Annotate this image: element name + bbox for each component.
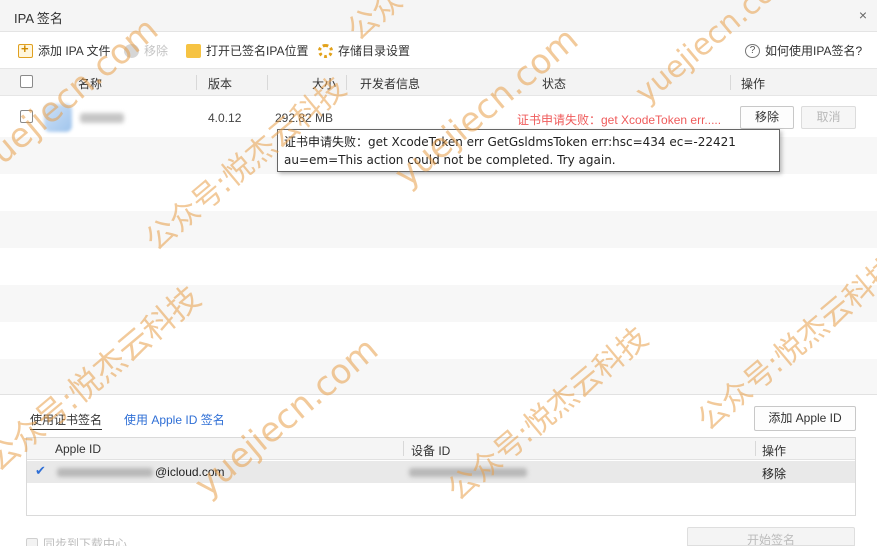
open-signed-folder-label: 打开已签名IPA位置 [206, 44, 309, 58]
sync-download-center-checkbox[interactable]: 同步到下载中心 [26, 535, 127, 546]
cancel-button[interactable]: 取消 [801, 106, 856, 129]
folder-icon [186, 43, 201, 58]
column-divider [346, 75, 347, 90]
section-divider [0, 394, 877, 395]
add-apple-id-button[interactable]: 添加 Apple ID [754, 406, 856, 431]
empty-row [0, 248, 877, 285]
open-signed-folder-button[interactable]: 打开已签名IPA位置 [186, 42, 308, 59]
column-name: 名称 [78, 77, 103, 91]
column-account-actions: 操作 [762, 444, 787, 458]
column-divider [403, 441, 404, 456]
remove-account-button[interactable]: 移除 [762, 465, 786, 482]
row-version: 4.0.12 [208, 111, 242, 125]
column-divider [196, 75, 197, 90]
help-label: 如何使用IPA签名? [765, 44, 863, 58]
add-ipa-button[interactable]: 添加 IPA 文件 [18, 41, 111, 59]
empty-row [0, 322, 877, 359]
check-icon: ✔ [35, 463, 46, 478]
app-name-redacted [80, 113, 124, 123]
window-title: IPA 签名 [14, 11, 63, 26]
empty-row [0, 174, 877, 211]
column-actions: 操作 [741, 77, 766, 91]
tab-certificate-sign[interactable]: 使用证书签名 [30, 411, 103, 430]
apple-id-table-header: Apple ID 设备 ID 操作 [27, 438, 855, 460]
app-icon [44, 104, 72, 132]
apple-id-redacted [57, 468, 153, 477]
disabled-toolbar-button[interactable]: 移除 [124, 42, 168, 59]
device-id-redacted [409, 468, 527, 477]
help-link[interactable]: ? 如何使用IPA签名? [745, 42, 862, 59]
disabled-circle-icon [124, 43, 139, 58]
row-size: 292.82 MB [275, 111, 334, 125]
column-device-id: 设备 ID [411, 444, 451, 458]
row-checkbox[interactable] [20, 110, 33, 123]
column-divider [755, 441, 756, 456]
ipa-table-header: 名称 版本 大小 开发者信息 状态 操作 [0, 68, 877, 96]
toolbar: 添加 IPA 文件 移除 打开已签名IPA位置 存储目录设置 ? 如何使用IPA… [0, 33, 877, 67]
sync-label: 同步到下载中心 [43, 537, 128, 546]
storage-settings-label: 存储目录设置 [338, 44, 411, 58]
storage-settings-button[interactable]: 存储目录设置 [318, 42, 410, 59]
column-version: 版本 [208, 77, 233, 91]
empty-row [0, 285, 877, 322]
disabled-toolbar-label: 移除 [144, 44, 169, 58]
sync-checkbox-box [26, 537, 38, 546]
column-developer: 开发者信息 [360, 77, 421, 91]
select-all-checkbox[interactable] [20, 75, 33, 88]
error-tooltip: 证书申请失败：get XcodeToken err GetGsldmsToken… [277, 129, 780, 172]
row-status[interactable]: 证书申请失败：get XcodeToken err..... [517, 111, 721, 128]
gear-icon [318, 43, 333, 58]
column-size: 大小 [312, 77, 337, 91]
window-titlebar: IPA 签名 × [0, 0, 877, 32]
remove-button[interactable]: 移除 [740, 106, 794, 129]
empty-row [0, 359, 877, 394]
empty-row [0, 211, 877, 248]
column-divider [730, 75, 731, 90]
apple-id-domain: @icloud.com [155, 465, 225, 479]
add-file-icon [18, 41, 33, 58]
add-ipa-label: 添加 IPA 文件 [38, 44, 111, 58]
column-status: 状态 [542, 77, 567, 91]
column-divider [267, 75, 268, 90]
help-icon: ? [745, 43, 760, 58]
start-sign-button[interactable]: 开始签名 [687, 527, 855, 546]
column-apple-id: Apple ID [55, 442, 102, 456]
tab-apple-id-sign[interactable]: 使用 Apple ID 签名 [124, 411, 225, 428]
apple-id-table: Apple ID 设备 ID 操作 ✔ @icloud.com 移除 [26, 437, 856, 516]
table-row[interactable]: ✔ @icloud.com 移除 [27, 461, 855, 483]
close-icon[interactable]: × [859, 7, 867, 23]
